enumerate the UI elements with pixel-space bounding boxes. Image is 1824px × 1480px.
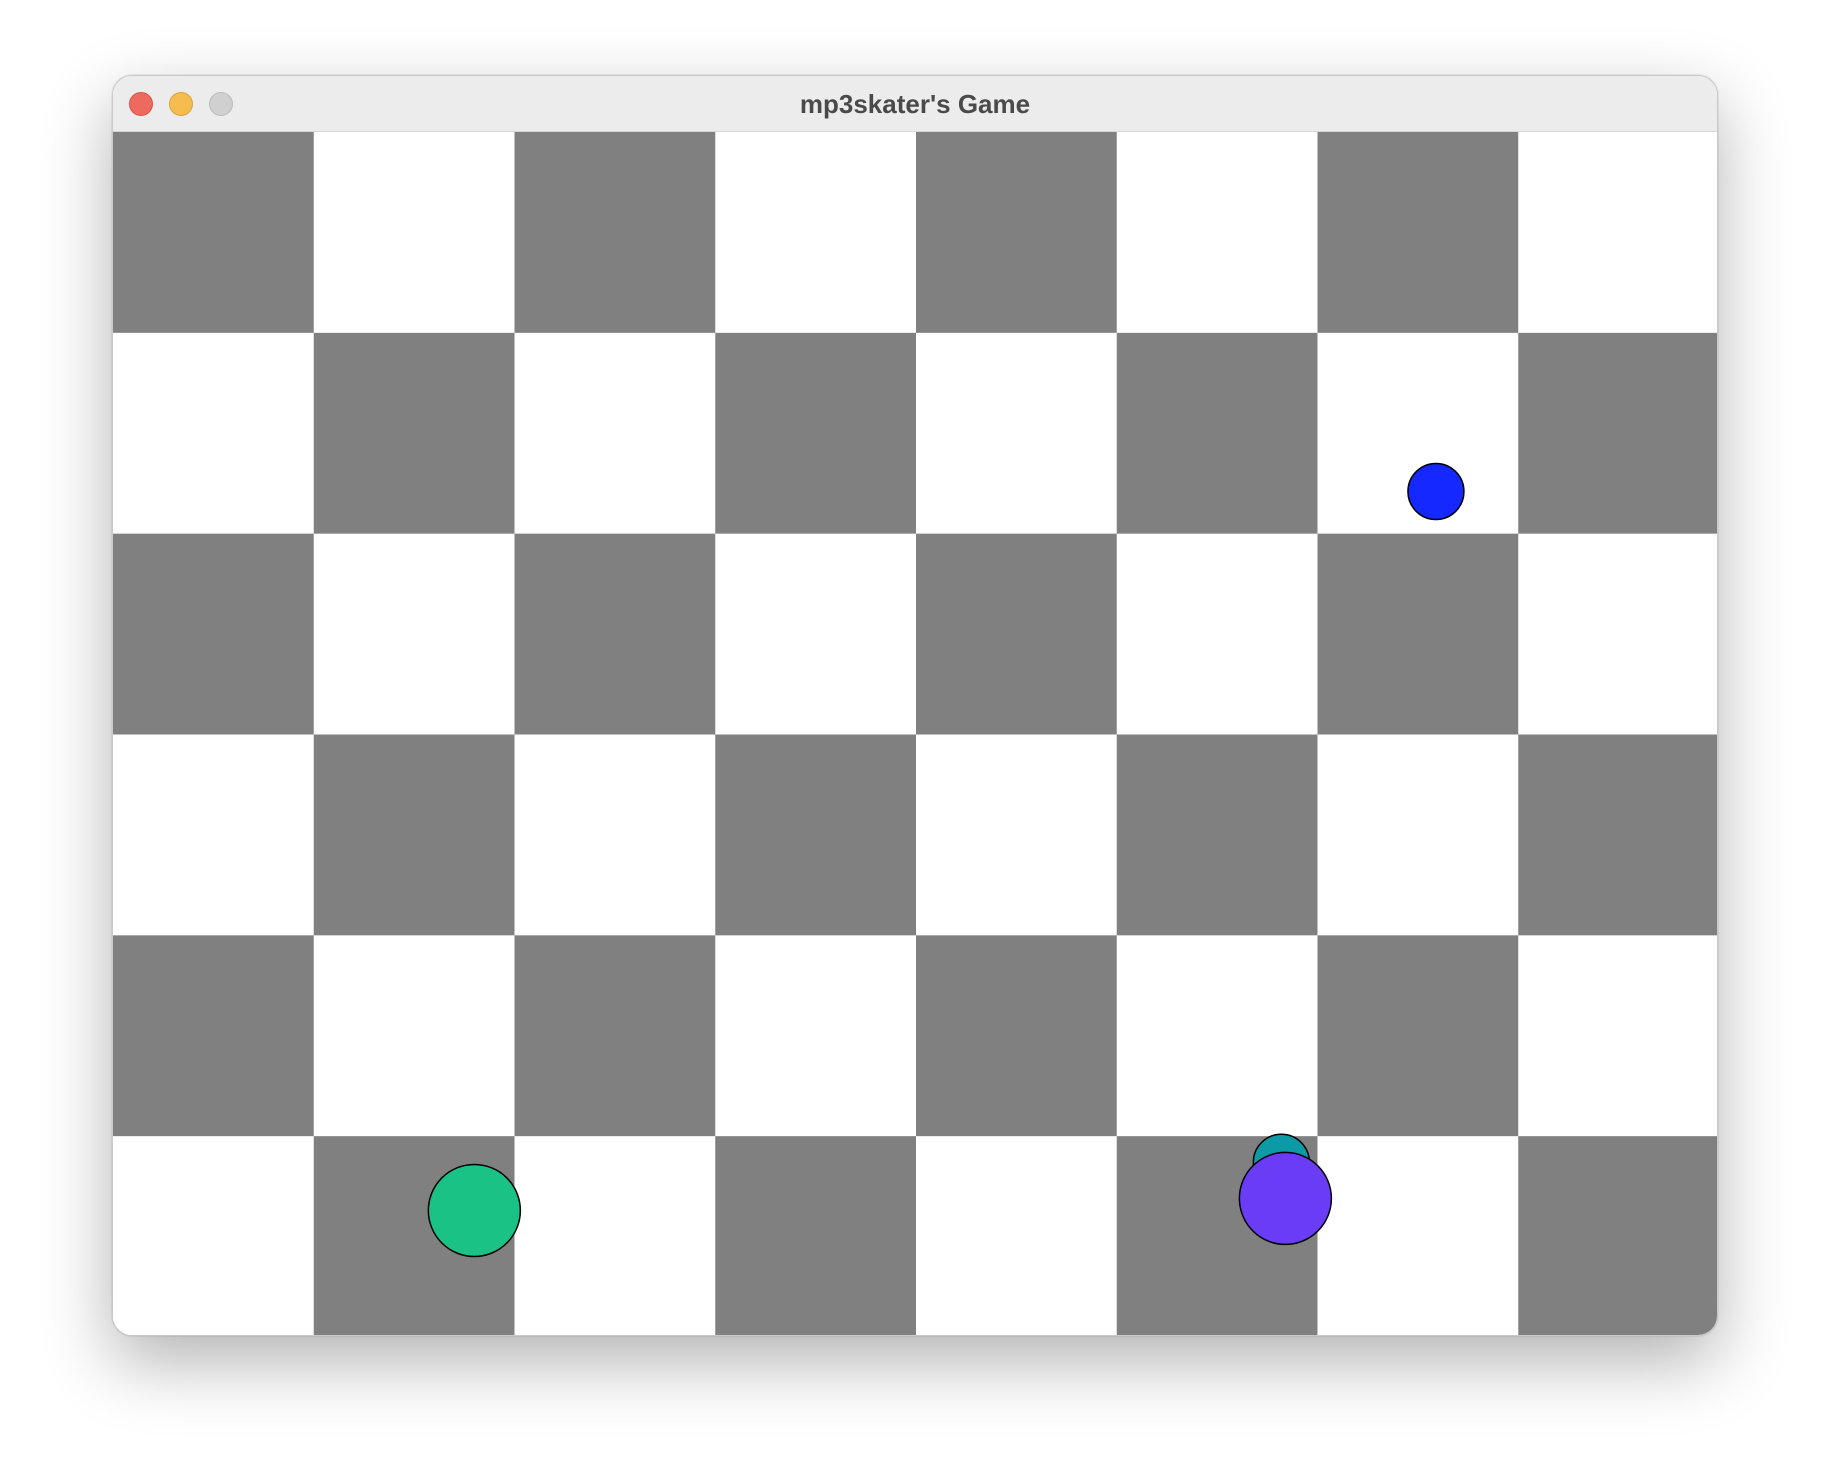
board-square-r5-c3[interactable] bbox=[715, 1136, 917, 1336]
board-square-r4-c4[interactable] bbox=[916, 935, 1118, 1137]
board-square-r5-c2[interactable] bbox=[514, 1136, 716, 1336]
board-square-r3-c6[interactable] bbox=[1317, 734, 1519, 936]
green-ball[interactable] bbox=[427, 1163, 522, 1258]
board-square-r4-c6[interactable] bbox=[1317, 935, 1519, 1137]
board-square-r5-c7[interactable] bbox=[1518, 1136, 1718, 1336]
game-canvas[interactable] bbox=[113, 132, 1718, 1336]
board-square-r0-c7[interactable] bbox=[1518, 132, 1718, 334]
board-square-r3-c1[interactable] bbox=[313, 734, 515, 936]
board-square-r1-c5[interactable] bbox=[1116, 332, 1318, 535]
title-bar[interactable]: mp3skater's Game bbox=[113, 76, 1717, 132]
board-square-r3-c3[interactable] bbox=[715, 734, 917, 936]
board-square-r1-c4[interactable] bbox=[916, 332, 1118, 535]
board-square-r1-c3[interactable] bbox=[715, 332, 917, 535]
board-square-r3-c7[interactable] bbox=[1518, 734, 1718, 936]
board-square-r5-c6[interactable] bbox=[1317, 1136, 1519, 1336]
board-square-r1-c0[interactable] bbox=[113, 332, 315, 535]
board-square-r0-c1[interactable] bbox=[313, 132, 515, 334]
board-square-r2-c2[interactable] bbox=[514, 533, 716, 735]
board-square-r3-c2[interactable] bbox=[514, 734, 716, 936]
board-square-r4-c3[interactable] bbox=[715, 935, 917, 1137]
board-square-r2-c4[interactable] bbox=[916, 533, 1118, 735]
board-square-r2-c5[interactable] bbox=[1116, 533, 1318, 735]
board-square-r2-c0[interactable] bbox=[113, 533, 315, 735]
board-square-r0-c6[interactable] bbox=[1317, 132, 1519, 334]
board-square-r3-c5[interactable] bbox=[1116, 734, 1318, 936]
board-square-r0-c3[interactable] bbox=[715, 132, 917, 334]
board-square-r1-c2[interactable] bbox=[514, 332, 716, 535]
blue-ball[interactable] bbox=[1407, 462, 1465, 521]
window-title: mp3skater's Game bbox=[799, 89, 1031, 119]
board-square-r5-c0[interactable] bbox=[113, 1136, 315, 1336]
board-square-r0-c5[interactable] bbox=[1116, 132, 1318, 334]
board-square-r2-c7[interactable] bbox=[1518, 533, 1718, 735]
board-square-r0-c4[interactable] bbox=[916, 132, 1118, 334]
board-square-r2-c3[interactable] bbox=[715, 533, 917, 735]
board-square-r4-c1[interactable] bbox=[313, 935, 515, 1137]
board-square-r0-c0[interactable] bbox=[113, 132, 315, 334]
board-square-r2-c1[interactable] bbox=[313, 533, 515, 735]
board-square-r4-c7[interactable] bbox=[1518, 935, 1718, 1137]
board-square-r4-c0[interactable] bbox=[113, 935, 315, 1137]
board-square-r3-c4[interactable] bbox=[916, 734, 1118, 936]
board-square-r0-c2[interactable] bbox=[514, 132, 716, 334]
board-square-r1-c7[interactable] bbox=[1518, 332, 1718, 535]
board-square-r4-c2[interactable] bbox=[514, 935, 716, 1137]
board-square-r5-c4[interactable] bbox=[916, 1136, 1118, 1336]
board-square-r1-c1[interactable] bbox=[313, 332, 515, 535]
purple-ball[interactable] bbox=[1238, 1151, 1333, 1246]
game-window: mp3skater's Game bbox=[112, 75, 1718, 1336]
board-square-r2-c6[interactable] bbox=[1317, 533, 1519, 735]
board-square-r4-c5[interactable] bbox=[1116, 935, 1318, 1137]
checkerboard[interactable] bbox=[113, 132, 1718, 1336]
board-square-r3-c0[interactable] bbox=[113, 734, 315, 936]
